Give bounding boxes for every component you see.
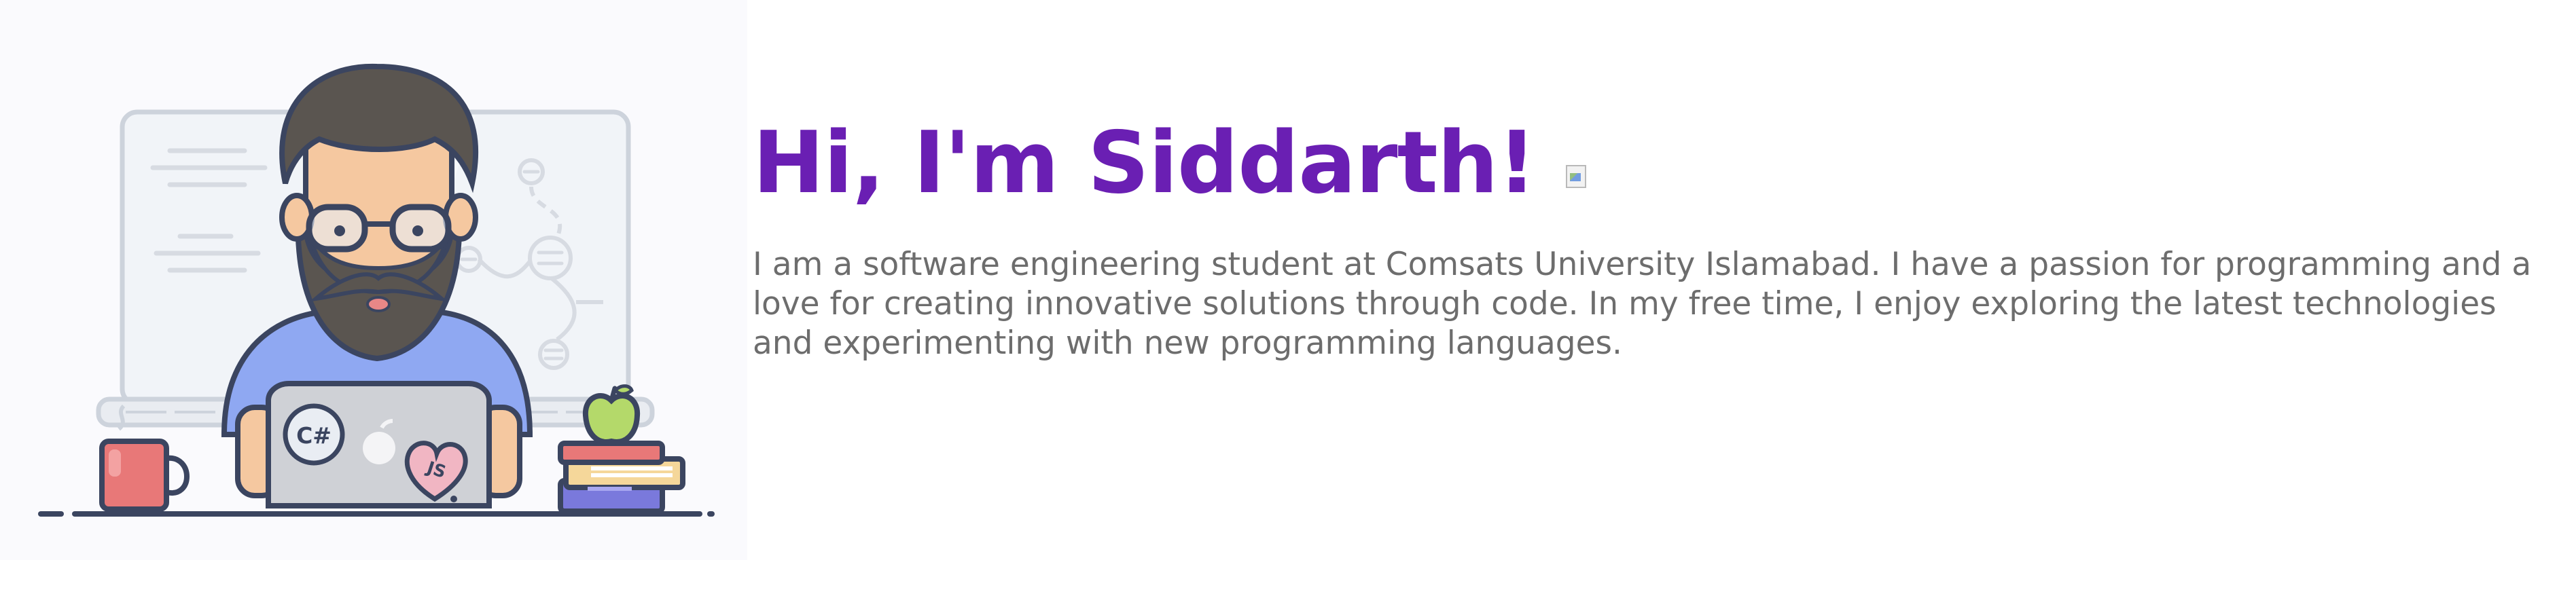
greeting-heading: Hi, I'm Siddarth! xyxy=(753,113,1537,212)
csharp-sticker-label: C# xyxy=(296,422,332,449)
developer-illustration: C# JS xyxy=(0,0,747,560)
bio-paragraph: I am a software engineering student at C… xyxy=(753,246,2532,362)
book-stack xyxy=(558,441,685,514)
page: C# JS Hi, I'm Siddarth! I am a software … xyxy=(0,0,2576,611)
csharp-sticker: C# xyxy=(283,403,345,466)
broken-image-icon xyxy=(1565,165,1586,188)
intro-section: Hi, I'm Siddarth! I am a software engine… xyxy=(753,105,2560,363)
developer-illustration-svg: C# JS xyxy=(38,63,715,517)
page-title: Hi, I'm Siddarth! xyxy=(753,105,2560,221)
